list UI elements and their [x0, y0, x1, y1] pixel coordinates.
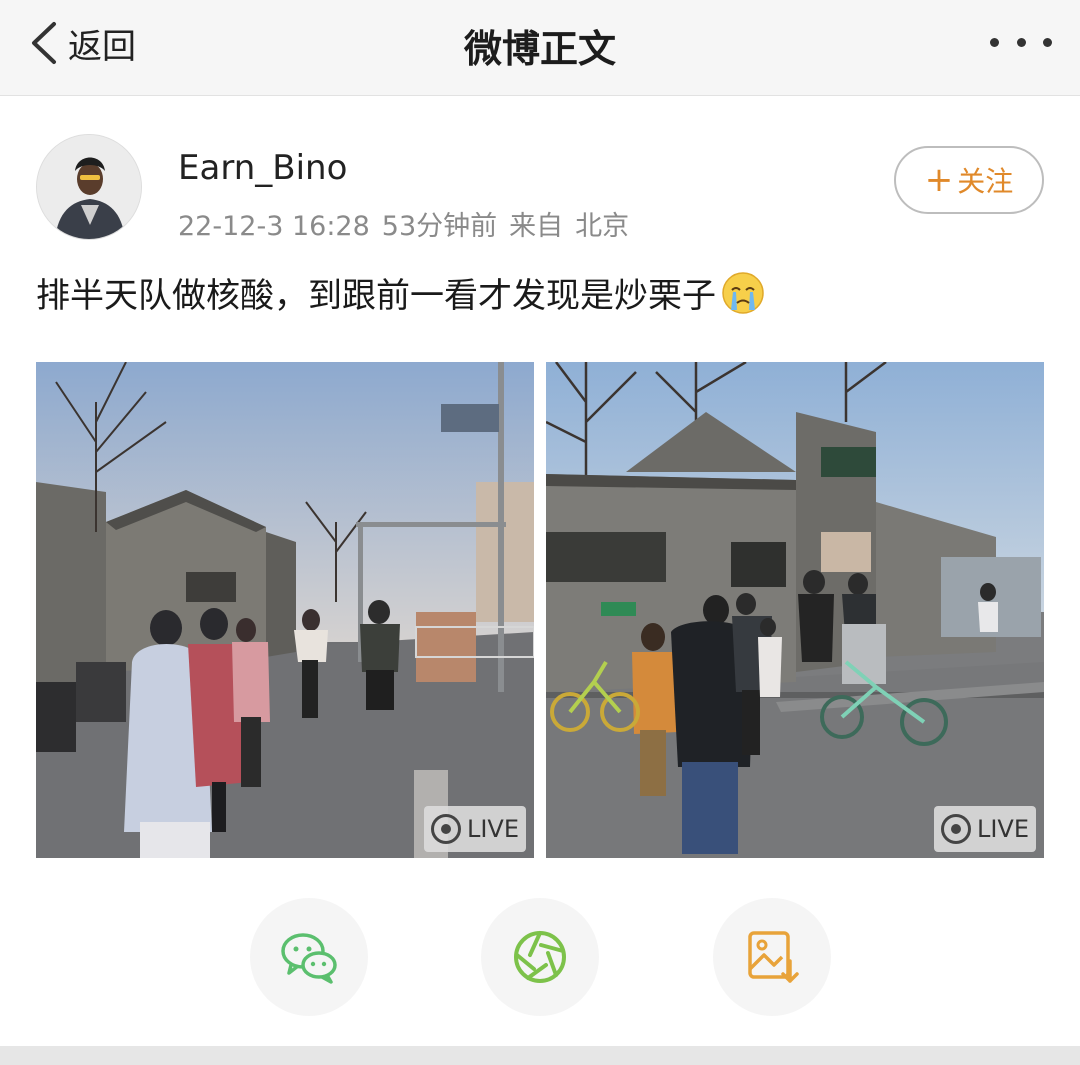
post-date: 22-12-3 16:28	[178, 211, 370, 242]
author-name[interactable]: Earn_Bino	[178, 148, 347, 188]
post-photo-2[interactable]: LIVE	[546, 362, 1044, 858]
back-label: 返回	[68, 26, 136, 67]
wechat-moments-icon	[514, 931, 566, 983]
bottom-bar	[0, 1046, 1080, 1065]
save-image-button[interactable]	[713, 898, 831, 1016]
live-icon	[940, 814, 971, 844]
follow-label: 关注	[957, 165, 1014, 198]
post-photo-1[interactable]: LIVE	[36, 362, 534, 858]
plus-icon: +	[924, 160, 954, 200]
post-meta: 22-12-3 16:28 53分钟前 来自 北京	[178, 204, 641, 243]
live-icon	[430, 814, 461, 844]
share-moments-button[interactable]	[481, 898, 599, 1016]
post-text-body: 排半天队做核酸，到跟前一看才发现是炒栗子	[36, 276, 716, 316]
more-dots-icon[interactable]	[990, 24, 1052, 60]
share-wechat-button[interactable]	[250, 898, 368, 1016]
wechat-icon	[281, 933, 337, 984]
page-title: 微博正文	[463, 27, 616, 71]
top-nav-bar: 返回 微博正文	[0, 0, 1080, 96]
post-relative-time: 53分钟前	[381, 211, 498, 242]
save-image-icon	[748, 931, 799, 983]
crying-face-emoji	[722, 271, 764, 314]
avatar[interactable]	[36, 134, 142, 240]
live-label: LIVE	[976, 815, 1030, 843]
chevron-left-icon	[32, 22, 56, 64]
follow-button[interactable]: + 关注	[894, 146, 1044, 214]
live-photo-badge: LIVE	[934, 806, 1036, 852]
post-source-prefix: 来自	[509, 211, 564, 242]
live-photo-badge: LIVE	[424, 806, 526, 852]
live-label: LIVE	[466, 815, 520, 843]
post-location: 北京	[575, 211, 630, 242]
post-text: 排半天队做核酸，到跟前一看才发现是炒栗子	[36, 268, 766, 317]
back-button[interactable]: 返回	[26, 18, 136, 68]
